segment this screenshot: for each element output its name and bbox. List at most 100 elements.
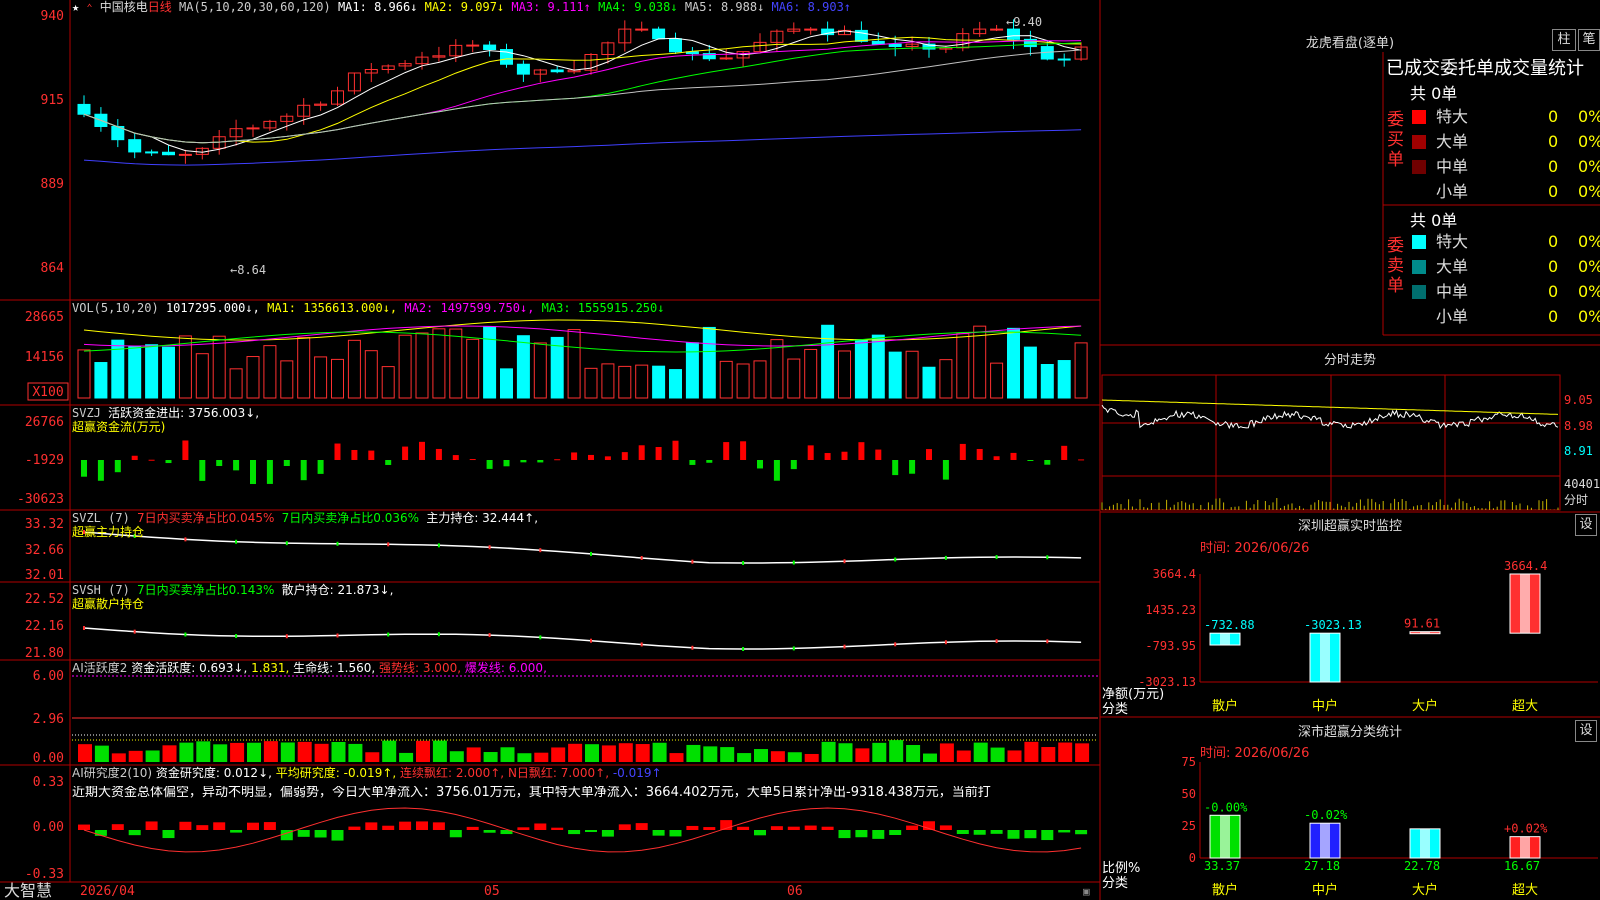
volume-bar: [195, 353, 209, 399]
order-type: 中单: [1436, 157, 1469, 176]
volume-bar: [753, 360, 767, 399]
axis-label: 3664.4: [1153, 567, 1196, 581]
activity-bar: [213, 744, 228, 762]
order-type: 特大: [1436, 232, 1469, 251]
research-bar: [247, 822, 259, 830]
order-percent: 0%: [1578, 232, 1600, 251]
fenshi-label: 分时: [1564, 493, 1588, 507]
activity-bar: [703, 746, 718, 762]
svsh-line-tick: [995, 639, 998, 644]
flow-bar: [1061, 445, 1068, 460]
volume-bar: [821, 324, 835, 399]
flow-bar: [1027, 460, 1034, 461]
period-label[interactable]: 日线: [148, 0, 172, 14]
ai1-bars: [72, 675, 1098, 762]
price-candles: [77, 19, 1088, 164]
bar-value: +0.02%: [1504, 822, 1548, 836]
svzl-line-tick: [285, 541, 288, 546]
research-bar: [1058, 830, 1071, 833]
stock-name[interactable]: 中国核电: [100, 0, 148, 14]
activity-bar: [517, 753, 532, 762]
flow-bar: [402, 446, 409, 460]
volume-bar: [652, 365, 666, 399]
activity-bar: [855, 748, 870, 762]
activity-bar: [1007, 750, 1022, 762]
activity-bar: [466, 747, 481, 762]
volume-bar: [533, 342, 547, 399]
sz-monitor-settings-button[interactable]: 设: [1575, 514, 1597, 536]
bar-value: -732.88: [1204, 618, 1255, 632]
research-bar: [263, 822, 276, 830]
activity-bar: [179, 742, 194, 762]
volume-bar: [939, 359, 953, 399]
vol-header: VOL(5,10,20) 1017295.000↓, MA1: 1356613.…: [72, 301, 664, 315]
research-bar: [179, 821, 192, 830]
activity-bar: [331, 741, 346, 762]
order-count: 0: [1548, 307, 1559, 326]
sell-orders-label: 委卖单: [1387, 236, 1404, 296]
ma-params: MA(5,10,20,30,60,120): [179, 0, 331, 14]
flow-bar: [97, 460, 104, 481]
flow-bar: [419, 441, 425, 460]
research-bar: [855, 830, 868, 838]
flow-bar: [993, 456, 1000, 460]
date-label: 2026/04: [80, 884, 135, 899]
axis-label: 0: [1189, 851, 1196, 865]
svsh-line-tick: [894, 642, 897, 647]
ai2-axis-label: -0.33: [25, 867, 64, 882]
candle: [990, 28, 1004, 31]
volume-bar: [702, 326, 716, 399]
ai2-t1: 资金研究度: 0.012↓,: [155, 766, 272, 780]
price-axis-label: 915: [41, 93, 64, 108]
order-percent: 0%: [1578, 257, 1600, 276]
category-label: 分类: [1102, 702, 1129, 717]
volume-bar: [500, 368, 513, 399]
svzl-line-tick: [336, 541, 339, 546]
order-row: 小单 0 0%: [1408, 305, 1600, 329]
flow-bar: [351, 449, 358, 460]
volume-bar: [905, 350, 919, 399]
sz-class-settings-button[interactable]: 设: [1575, 720, 1597, 742]
svzl-line-tick: [742, 560, 745, 565]
star-icon[interactable]: ★: [72, 0, 79, 14]
order-type: 小单: [1436, 182, 1469, 201]
category-label: 中户: [1312, 882, 1338, 898]
volume-bar: [1040, 364, 1054, 399]
activity-bar: [1024, 741, 1039, 762]
volume-bar: [787, 358, 801, 399]
research-bar: [416, 821, 428, 830]
activity-bar: [956, 750, 971, 762]
volume-bar: [669, 369, 682, 399]
flow-bar: [199, 460, 206, 481]
axis-label: 50: [1182, 787, 1196, 801]
flow-bar: [926, 449, 932, 460]
order-count: 0: [1548, 257, 1559, 276]
svzl-axis-label: 33.32: [25, 517, 64, 532]
research-bar: [466, 826, 479, 830]
svzl-line-tick: [539, 548, 542, 553]
flow-bar: [571, 452, 578, 460]
flow-bar: [841, 451, 848, 460]
svzj-sub: 超赢资金流(万元): [72, 420, 166, 434]
volume-bar: [973, 325, 987, 399]
bar-value: 91.61: [1404, 617, 1440, 631]
activity-bar: [1058, 742, 1073, 762]
chart-canvas[interactable]: 3664.4 1435.23 -793.95 -3023.13 -732.88 散户 -30…: [0, 0, 1600, 900]
ma5-value: MA5: 8.988↓: [684, 0, 765, 14]
activity-bar: [399, 752, 414, 762]
research-bar: [889, 830, 902, 835]
vol-axis-label: 28665: [25, 310, 64, 325]
flow-bar: [909, 460, 916, 474]
research-bar: [449, 830, 462, 838]
order-type: 小单: [1436, 307, 1469, 326]
bar-mode-button[interactable]: 柱: [1552, 29, 1576, 51]
research-bar: [1007, 830, 1020, 839]
tick-mode-button[interactable]: 笔: [1578, 29, 1600, 51]
flow-bar: [604, 456, 611, 460]
order-count: 0: [1548, 182, 1559, 201]
order-count: 0: [1548, 132, 1559, 151]
svzl-axis-label: 32.01: [25, 568, 64, 583]
fenshi-title[interactable]: 分时走势: [1100, 349, 1600, 368]
sz-monitor-title: 深圳超赢实时监控: [1297, 519, 1402, 534]
lock-icon[interactable]: ▣: [1083, 885, 1090, 898]
